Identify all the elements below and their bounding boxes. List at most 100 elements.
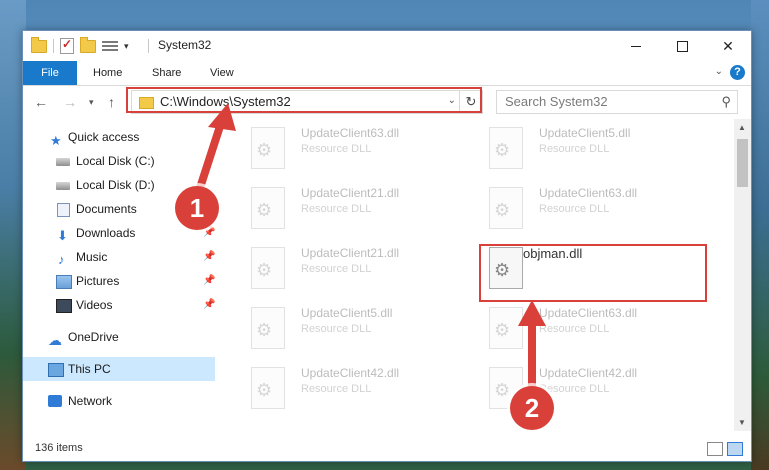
minimize-button[interactable]: [613, 31, 659, 61]
desktop-background-right: [751, 0, 769, 470]
nav-item-label: Network: [68, 394, 113, 408]
address-bar-highlight: [126, 87, 482, 113]
nav-item-pictures[interactable]: Pictures 📌: [23, 269, 215, 293]
dll-file-icon: [489, 187, 523, 229]
step-1-badge: 1: [175, 186, 219, 230]
dll-file-icon: [489, 307, 523, 349]
pin-icon[interactable]: 📌: [203, 245, 215, 269]
address-row: ← → ▾ ↑ C:\Windows\System32 ⌄ ↻ Search S…: [23, 86, 751, 118]
file-type: Resource DLL: [301, 263, 372, 275]
dll-file-icon: [251, 127, 285, 169]
maximize-button[interactable]: [659, 31, 705, 61]
maximize-icon: [676, 40, 688, 52]
scroll-up-arrow-icon[interactable]: ▲: [738, 123, 746, 132]
pin-icon[interactable]: 📌: [203, 269, 215, 293]
dll-file-icon: [251, 367, 285, 409]
file-item[interactable]: UpdateClient5.dll Resource DLL: [245, 303, 465, 363]
details-view-icon[interactable]: [707, 442, 723, 456]
up-button[interactable]: ↑: [108, 94, 115, 110]
nav-item-this-pc[interactable]: This PC: [23, 357, 215, 381]
file-type: Resource DLL: [301, 383, 372, 395]
nav-item-onedrive[interactable]: ☁ OneDrive: [23, 325, 215, 349]
title-bar: ▾ System32 ✕: [23, 31, 751, 61]
file-item[interactable]: UpdateClient5.dll Resource DLL: [483, 123, 703, 183]
file-name: UpdateClient63.dll: [539, 186, 638, 200]
dll-file-icon: [251, 187, 285, 229]
ribbon-tabs: File Home Share View ⌄ ?: [23, 61, 751, 86]
search-icon: ⚲: [721, 94, 731, 109]
close-icon: ✕: [722, 37, 734, 54]
help-icon[interactable]: ?: [730, 65, 745, 80]
dll-file-icon: [251, 307, 285, 349]
tab-share[interactable]: Share: [140, 61, 193, 85]
file-type: Resource DLL: [539, 323, 610, 335]
step-2-badge: 2: [510, 386, 554, 430]
tab-home[interactable]: Home: [81, 61, 134, 85]
nav-item-label: Music: [76, 250, 108, 264]
tab-view[interactable]: View: [198, 61, 246, 85]
toolbar-divider: [53, 39, 54, 53]
title-divider: [148, 39, 149, 53]
search-placeholder: Search System32: [505, 94, 608, 109]
star-icon: ★: [50, 133, 62, 148]
back-button[interactable]: ←: [34, 94, 48, 110]
videos-icon: [56, 299, 72, 313]
drive-icon: [56, 182, 70, 190]
customize-toolbar-chevron-icon[interactable]: ▾: [124, 41, 129, 52]
nav-item-music[interactable]: ♪ Music 📌: [23, 245, 215, 269]
file-type: Resource DLL: [301, 143, 372, 155]
file-name: UpdateClient21.dll: [301, 186, 400, 200]
close-button[interactable]: ✕: [705, 31, 751, 61]
search-input[interactable]: Search System32 ⚲: [496, 90, 738, 114]
large-icons-view-icon[interactable]: [727, 442, 743, 456]
music-icon: ♪: [58, 252, 65, 267]
network-icon: [48, 395, 62, 407]
checkmark-icon[interactable]: [60, 37, 74, 54]
cloud-icon: ☁: [48, 332, 62, 348]
computer-icon: [48, 363, 64, 377]
file-item[interactable]: UpdateClient63.dll Resource DLL: [483, 303, 703, 363]
nav-item-label: OneDrive: [68, 330, 119, 344]
file-name: UpdateClient42.dll: [301, 366, 400, 380]
forward-button[interactable]: →: [63, 94, 77, 110]
file-item[interactable]: UpdateClient63.dll Resource DLL: [245, 123, 465, 183]
nav-item-local-disk-c[interactable]: Local Disk (C:): [23, 149, 215, 173]
scroll-down-arrow-icon[interactable]: ▼: [738, 418, 746, 427]
nav-item-videos[interactable]: Videos 📌: [23, 293, 215, 317]
file-item[interactable]: UpdateClient42.dll Resource DLL: [245, 363, 465, 423]
nav-item-label: This PC: [68, 362, 111, 376]
file-name: UpdateClient21.dll: [301, 246, 400, 260]
tab-file[interactable]: File: [23, 61, 77, 85]
file-type: Resource DLL: [301, 323, 372, 335]
file-type: Resource DLL: [539, 143, 610, 155]
nav-item-network[interactable]: Network: [23, 389, 215, 413]
quick-access-toolbar: ▾: [31, 36, 129, 54]
download-icon: ⬇: [57, 228, 68, 243]
expand-ribbon-chevron-icon[interactable]: ⌄: [715, 66, 723, 77]
nav-item-label: Videos: [76, 298, 113, 312]
vertical-scrollbar[interactable]: ▲ ▼: [734, 119, 751, 431]
file-item[interactable]: UpdateClient21.dll Resource DLL: [245, 243, 465, 303]
scrollbar-thumb[interactable]: [737, 139, 748, 187]
file-highlight-box: [479, 244, 707, 302]
documents-icon: [57, 203, 70, 217]
properties-icon[interactable]: [102, 40, 118, 52]
status-bar: 136 items: [23, 435, 751, 461]
new-folder-icon[interactable]: [80, 36, 96, 53]
nav-item-label: Local Disk (C:): [76, 154, 155, 168]
nav-item-quick-access[interactable]: ★ Quick access: [23, 125, 215, 149]
file-item[interactable]: UpdateClient63.dll Resource DLL: [483, 183, 703, 243]
drive-icon: [56, 158, 70, 166]
dll-file-icon: [251, 247, 285, 289]
pin-icon[interactable]: 📌: [203, 293, 215, 317]
nav-item-label: Quick access: [68, 130, 140, 144]
file-type: Resource DLL: [301, 203, 372, 215]
nav-item-label: Downloads: [76, 226, 136, 240]
recent-locations-chevron-icon[interactable]: ▾: [89, 97, 94, 108]
folder-icon[interactable]: [31, 36, 47, 53]
file-name: UpdateClient63.dll: [301, 126, 400, 140]
file-type: Resource DLL: [539, 383, 610, 395]
minimize-icon: [631, 45, 641, 47]
file-item[interactable]: UpdateClient21.dll Resource DLL: [245, 183, 465, 243]
dll-file-icon: [489, 127, 523, 169]
